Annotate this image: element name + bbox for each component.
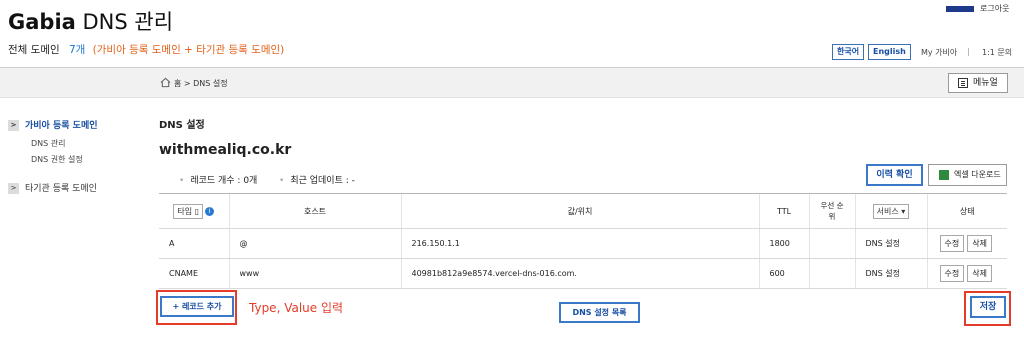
cell-ttl: 600 <box>758 258 809 289</box>
save-button[interactable]: 저장 <box>970 296 1006 318</box>
sidebar-item-gabia-domains[interactable]: > 가비아 등록 도메인 <box>8 118 98 131</box>
sidebar-item-dns-manage[interactable]: DNS 관리 <box>31 138 66 149</box>
service-filter-header: 서비스 ▾ <box>854 193 927 229</box>
section-title: DNS 설정 <box>159 120 205 131</box>
breadcrumb: 홈 > DNS 설정 <box>174 79 228 88</box>
cell-type: A <box>159 228 229 259</box>
top-banner-badge[interactable] <box>946 6 974 12</box>
sidebar-item-dns-permission[interactable]: DNS 권한 설정 <box>31 154 83 165</box>
history-button[interactable]: 이력 확인 <box>866 164 923 186</box>
type-filter-header: 타입 ▯ i <box>159 193 229 229</box>
cell-ttl: 1800 <box>758 228 809 259</box>
host-header: 호스트 <box>228 193 401 229</box>
value-header: 값/위치 <box>400 193 759 229</box>
sidebar-item-other-domains[interactable]: > 타기관 등록 도메인 <box>8 181 97 194</box>
info-icon[interactable]: i <box>205 206 215 216</box>
add-record-button[interactable]: + 레코드 추가 <box>160 296 234 317</box>
cell-host: @ <box>228 228 401 259</box>
cell-type: CNAME <box>159 258 229 289</box>
edit-button[interactable]: 수정 <box>939 265 965 282</box>
cell-value: 216.150.1.1 <box>400 228 759 259</box>
my-gabia-link[interactable]: My 가비아 <box>921 47 957 58</box>
record-count: 레코드 개수 : 0개 <box>179 173 257 186</box>
header-separator: | <box>967 47 970 56</box>
domain-summary-note: (가비아 등록 도메인 + 타기관 등록 도메인) <box>92 44 285 56</box>
manual-icon <box>958 78 968 88</box>
cell-actions: 수정 삭제 <box>926 228 1007 259</box>
edit-button[interactable]: 수정 <box>939 235 965 252</box>
last-update: 최근 업데이트 : - <box>279 173 355 186</box>
cell-priority <box>808 258 855 289</box>
cell-value: 40981b812a9e8574.vercel-dns-016.com. <box>400 258 759 289</box>
excel-icon <box>939 170 949 180</box>
type-filter-select[interactable]: 타입 ▯ <box>173 203 204 219</box>
cell-service: DNS 설정 <box>854 228 927 259</box>
excel-download-button[interactable]: 엑셀 다운로드 <box>928 164 1007 186</box>
delete-button[interactable]: 삭제 <box>967 265 992 282</box>
service-filter-select[interactable]: 서비스 ▾ <box>872 203 910 219</box>
chevron-right-icon: > <box>8 120 19 131</box>
cell-priority <box>808 228 855 259</box>
inquiry-link[interactable]: 1:1 문의 <box>982 47 1012 58</box>
cell-service: DNS 설정 <box>854 258 927 289</box>
cell-actions: 수정 삭제 <box>926 258 1007 289</box>
delete-button[interactable]: 삭제 <box>967 235 992 252</box>
dns-list-button[interactable]: DNS 설정 목록 <box>559 302 640 323</box>
table-row: CNAME www 40981b812a9e8574.vercel-dns-01… <box>159 258 1007 289</box>
annotation-hint: Type, Value 입력 <box>249 301 344 315</box>
table-header-row: 타입 ▯ i 호스트 값/위치 TTL 우선 순위 서비스 ▾ 상태 <box>159 193 1007 229</box>
domain-name: withmealiq.co.kr <box>159 142 292 158</box>
manual-button[interactable]: 메뉴얼 <box>948 73 1008 93</box>
lang-korean-button[interactable]: 한국어 <box>832 44 865 60</box>
chevron-right-icon: > <box>8 183 19 194</box>
dns-records-table: 타입 ▯ i 호스트 값/위치 TTL 우선 순위 서비스 ▾ 상태 A @ 21… <box>159 193 1007 289</box>
breadcrumb-bar <box>0 68 1024 98</box>
domain-summary: 전체 도메인 7개 (가비아 등록 도메인 + 타기관 등록 도메인) <box>8 42 284 57</box>
domain-count: 7개 <box>68 44 86 56</box>
logout-link[interactable]: 로그아웃 <box>980 3 1009 14</box>
page-header: Gabia DNS 관리 전체 도메인 7개 (가비아 등록 도메인 + 타기관… <box>0 0 1024 68</box>
app-title: Gabia DNS 관리 <box>8 10 174 34</box>
table-row: A @ 216.150.1.1 1800 DNS 설정 수정 삭제 <box>159 228 1007 259</box>
cell-host: www <box>228 258 401 289</box>
status-header: 상태 <box>926 193 1007 229</box>
priority-header: 우선 순위 <box>808 193 855 229</box>
domain-summary-label: 전체 도메인 <box>8 44 60 56</box>
lang-english-button[interactable]: English <box>868 44 911 60</box>
home-icon[interactable] <box>160 77 171 88</box>
ttl-header: TTL <box>758 193 809 229</box>
